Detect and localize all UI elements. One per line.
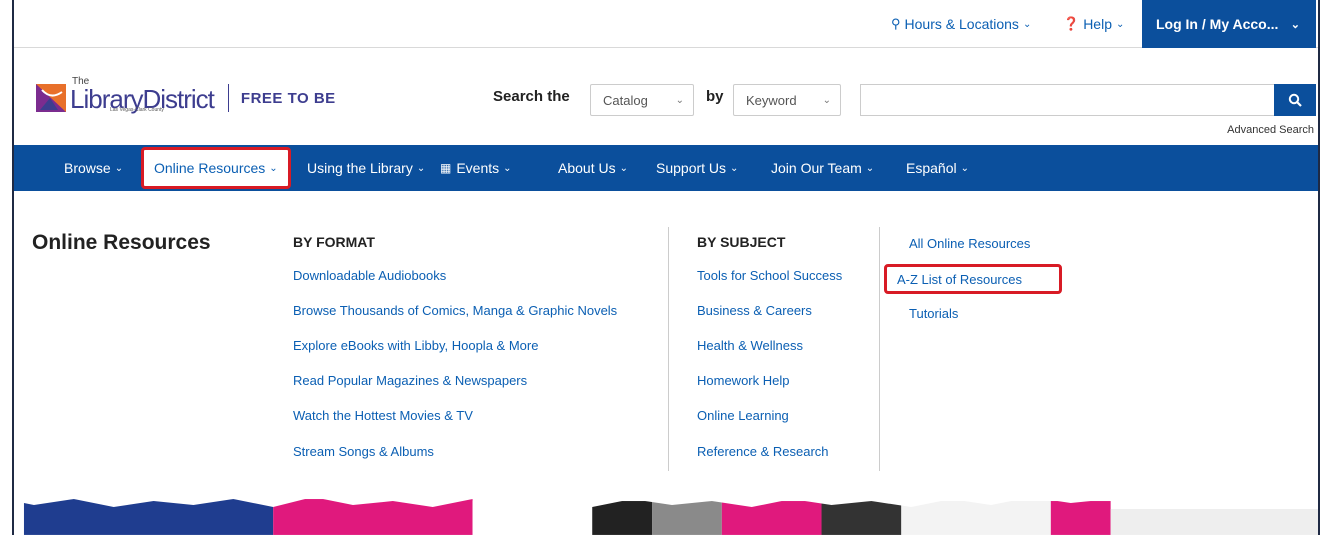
subject-link[interactable]: Online Learning: [697, 408, 789, 423]
search-scope-select[interactable]: Catalog ⌄: [590, 84, 694, 116]
search-label: Search the: [493, 88, 570, 105]
nav-join-team[interactable]: Join Our Team ⌄: [771, 145, 874, 191]
site-header: The LibraryDistrict Las Vegas-Clark Coun…: [14, 48, 1318, 145]
main-nav: Browse ⌄ Online Resources ⌄ Using the Li…: [14, 145, 1318, 191]
hours-locations-label: Hours & Locations: [904, 16, 1019, 32]
chevron-down-icon: ⌄: [503, 162, 512, 174]
format-link[interactable]: Browse Thousands of Comics, Manga & Grap…: [293, 303, 617, 318]
browser-frame: ⚲ Hours & Locations ⌄ ❓ Help ⌄ Log In / …: [12, 0, 1320, 535]
online-resources-mega-menu: Online Resources BY FORMAT Downloadable …: [14, 191, 1318, 491]
logo-subtitle: Las Vegas-Clark County: [110, 107, 164, 113]
search-input[interactable]: [860, 84, 1274, 116]
chevron-down-icon: ⌄: [1115, 18, 1125, 30]
help-menu[interactable]: ❓ Help ⌄: [1063, 0, 1124, 48]
subject-link[interactable]: Reference & Research: [697, 444, 829, 459]
chevron-down-icon: ⌄: [114, 162, 124, 174]
nav-about-us[interactable]: About Us ⌄: [558, 145, 628, 191]
login-account-button[interactable]: Log In / My Acco... ⌄: [1142, 0, 1316, 48]
all-online-resources-link[interactable]: All Online Resources: [909, 236, 1030, 251]
nav-item-label: Using the Library: [307, 160, 413, 176]
chevron-down-icon: ⌄: [269, 162, 278, 174]
logo-the-text: The: [72, 76, 90, 87]
library-district-logo[interactable]: The LibraryDistrict Las Vegas-Clark Coun…: [36, 76, 336, 118]
logo-divider: [227, 84, 229, 112]
chevron-down-icon: ⌄: [675, 94, 684, 106]
chevron-down-icon: ⌄: [730, 162, 739, 174]
nav-online-resources[interactable]: Online Resources ⌄: [141, 147, 291, 189]
calendar-icon: ▦: [440, 161, 452, 175]
format-link[interactable]: Downloadable Audiobooks: [293, 268, 446, 283]
search-field-select[interactable]: Keyword ⌄: [733, 84, 841, 116]
subject-link[interactable]: Health & Wellness: [697, 338, 803, 353]
logo-mark-icon: [36, 84, 66, 112]
chevron-down-icon: ⌄: [960, 162, 969, 174]
advanced-search-link[interactable]: Advanced Search: [1227, 124, 1314, 136]
chevron-down-icon: ⌄: [1022, 18, 1032, 30]
search-by-label: by: [706, 88, 724, 105]
nav-support-us[interactable]: Support Us ⌄: [656, 145, 738, 191]
chevron-down-icon: ⌄: [1290, 18, 1300, 31]
by-subject-heading: BY SUBJECT: [697, 234, 786, 250]
a-z-list-link[interactable]: A-Z List of Resources: [897, 272, 1022, 287]
chevron-down-icon: ⌄: [822, 94, 831, 106]
help-label: Help: [1083, 16, 1112, 32]
nav-item-label: Browse: [64, 160, 111, 176]
subject-link[interactable]: Homework Help: [697, 373, 789, 388]
search-button[interactable]: [1274, 84, 1316, 116]
subject-link[interactable]: Business & Careers: [697, 303, 812, 318]
hours-locations-menu[interactable]: ⚲ Hours & Locations ⌄: [891, 0, 1031, 48]
utility-bar: ⚲ Hours & Locations ⌄ ❓ Help ⌄ Log In / …: [14, 0, 1318, 48]
column-divider: [668, 227, 669, 471]
nav-browse[interactable]: Browse ⌄: [64, 145, 123, 191]
chevron-down-icon: ⌄: [619, 162, 628, 174]
nav-item-label: About Us: [558, 160, 616, 176]
nav-item-label: Support Us: [656, 160, 727, 176]
mega-menu-title: Online Resources: [32, 231, 211, 254]
login-account-label: Log In / My Acco...: [1156, 16, 1279, 32]
nav-item-label: Español: [906, 160, 957, 176]
nav-using-library[interactable]: Using the Library ⌄: [307, 145, 425, 191]
format-link[interactable]: Explore eBooks with Libby, Hoopla & More: [293, 338, 538, 353]
format-link[interactable]: Read Popular Magazines & Newspapers: [293, 373, 527, 388]
search-scope-value: Catalog: [603, 92, 648, 108]
search-icon: [1288, 93, 1302, 107]
nav-item-label: Events: [456, 160, 500, 176]
logo-tagline: FREE TO BE: [240, 89, 336, 107]
nav-espanol[interactable]: Español ⌄: [906, 145, 969, 191]
nav-item-label: Join Our Team: [771, 160, 862, 176]
chevron-down-icon: ⌄: [865, 162, 875, 174]
torn-banner-image: [14, 491, 1318, 535]
by-format-heading: BY FORMAT: [293, 234, 375, 250]
nav-events[interactable]: ▦ Events ⌄: [440, 145, 512, 191]
chevron-down-icon: ⌄: [416, 162, 426, 174]
tutorials-link[interactable]: Tutorials: [909, 306, 958, 321]
map-marker-icon: ⚲: [891, 16, 901, 31]
nav-item-label: Online Resources: [154, 160, 266, 176]
search-field-value: Keyword: [746, 92, 797, 108]
format-link[interactable]: Watch the Hottest Movies & TV: [293, 408, 473, 423]
column-divider: [879, 227, 880, 471]
question-circle-icon: ❓: [1063, 16, 1080, 31]
format-link[interactable]: Stream Songs & Albums: [293, 444, 434, 459]
subject-link[interactable]: Tools for School Success: [697, 268, 842, 283]
